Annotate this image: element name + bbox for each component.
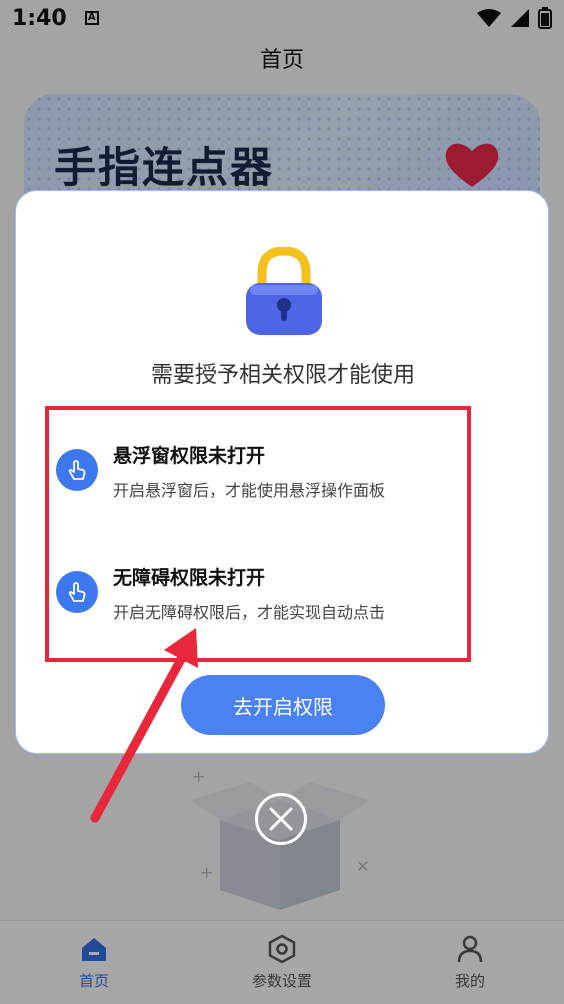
dialog-title: 需要授予相关权限才能使用 xyxy=(150,363,415,388)
lock-icon xyxy=(246,247,322,335)
annotation-highlight-box xyxy=(45,406,471,662)
close-dialog-button[interactable] xyxy=(255,793,307,845)
open-permission-button[interactable]: 去开启权限 xyxy=(181,675,385,735)
close-icon xyxy=(269,807,293,831)
